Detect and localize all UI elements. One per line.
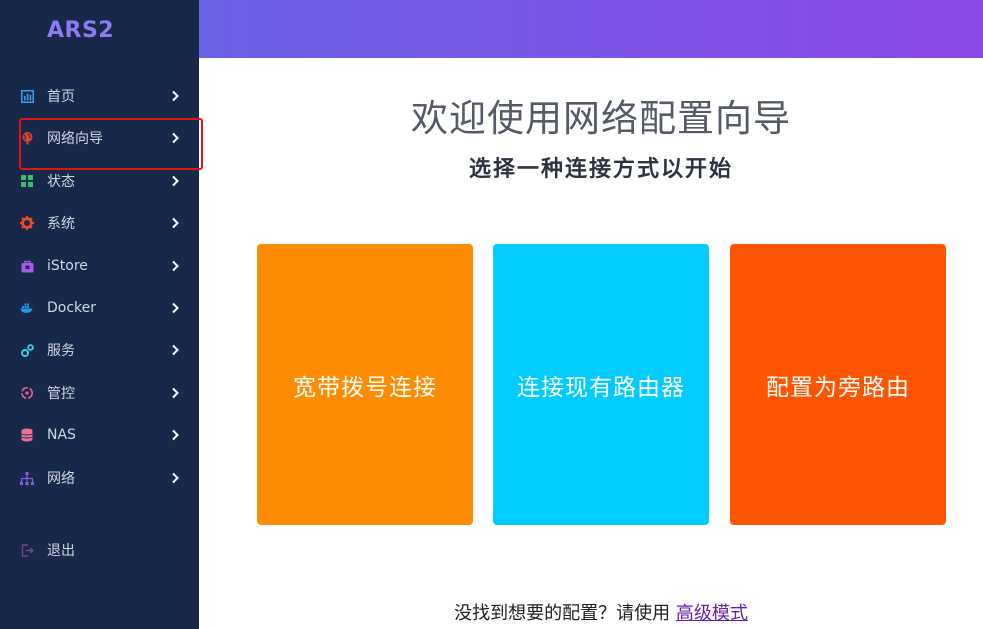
chevron-right-icon — [172, 429, 179, 441]
sidebar-item-status[interactable]: 状态 — [0, 160, 199, 202]
sidebar-item-network[interactable]: 网络 — [0, 457, 199, 499]
sidebar-item-label: 首页 — [47, 89, 75, 105]
logout-label: 退出 — [47, 543, 75, 559]
sidebar: ARS2 首页 网络向导 状态 系统 iStore Docker 服务 管控 N… — [0, 0, 203, 629]
footer-hint: 没找到想要的配置？请使用 高级模式 — [199, 599, 983, 625]
dashboard-icon — [20, 89, 34, 103]
chevron-right-icon — [172, 132, 179, 144]
connect-existing-router-card[interactable]: 连接现有路由器 — [493, 244, 709, 525]
database-icon — [20, 428, 34, 442]
sidebar-item-docker[interactable]: Docker — [0, 287, 199, 329]
store-icon — [20, 259, 34, 273]
sidebar-item-istore[interactable]: iStore — [0, 245, 199, 287]
sidebar-item-label: 系统 — [47, 216, 75, 232]
sidebar-item-control[interactable]: 管控 — [0, 372, 199, 414]
sidebar-item-label: 状态 — [47, 174, 75, 190]
globe-icon — [20, 131, 34, 145]
logout-icon — [20, 543, 34, 557]
network-icon — [20, 471, 34, 485]
sidebar-item-label: 服务 — [47, 343, 75, 359]
chevron-right-icon — [172, 90, 179, 102]
docker-icon — [20, 301, 34, 315]
sidebar-item-label: iStore — [47, 258, 88, 274]
app-window: ARS2 首页 网络向导 状态 系统 iStore Docker 服务 管控 N… — [0, 0, 983, 629]
page-subtitle: 选择一种连接方式以开始 — [468, 157, 733, 182]
pppoe-dial-card[interactable]: 宽带拨号连接 — [257, 244, 473, 525]
sidebar-item-network-wizard[interactable]: 网络向导 — [0, 117, 203, 170]
sidebar-item-label: NAS — [47, 427, 76, 443]
page-title: 欢迎使用网络配置向导 — [411, 97, 791, 140]
sidebar-item-nas[interactable]: NAS — [0, 414, 199, 456]
sidebar-item-label: Docker — [47, 300, 97, 316]
chevron-right-icon — [172, 217, 179, 229]
grid-icon — [20, 174, 34, 188]
chevron-right-icon — [172, 472, 179, 484]
chevron-right-icon — [172, 260, 179, 272]
chevron-right-icon — [172, 302, 179, 314]
sidebar-item-label: 网络向导 — [47, 131, 103, 147]
main-content: 欢迎使用网络配置向导 选择一种连接方式以开始 宽带拨号连接 连接现有路由器 配置… — [199, 58, 983, 629]
chevron-right-icon — [172, 387, 179, 399]
top-header-bar — [199, 0, 983, 58]
sidebar-item-label: 网络 — [47, 471, 75, 487]
chevron-right-icon — [172, 344, 179, 356]
logo: ARS2 — [47, 18, 115, 43]
sidebar-item-home[interactable]: 首页 — [0, 75, 199, 117]
footer-text: 没找到想要的配置？请使用 — [454, 603, 671, 624]
sidebar-item-system[interactable]: 系统 — [0, 202, 199, 244]
chevron-right-icon — [172, 175, 179, 187]
sidebar-item-label: 管控 — [47, 386, 75, 402]
services-icon — [20, 343, 34, 357]
sidebar-item-services[interactable]: 服务 — [0, 329, 199, 371]
advanced-mode-link[interactable]: 高级模式 — [676, 603, 748, 624]
bypass-router-card[interactable]: 配置为旁路由 — [730, 244, 946, 525]
gear-icon — [20, 216, 34, 230]
logout-button[interactable]: 退出 — [0, 529, 199, 571]
control-icon — [20, 386, 34, 400]
